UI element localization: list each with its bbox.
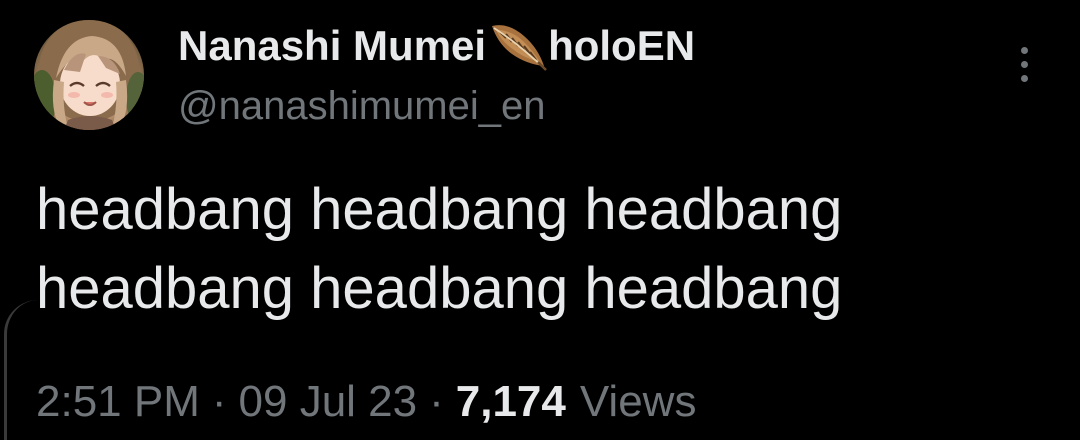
author-handle[interactable]: @nanashimumei_en bbox=[178, 84, 545, 129]
tweet-date[interactable]: 09 Jul 23 bbox=[239, 377, 418, 427]
tweet-container: Nanashi Mumei holoEN @nanashimumei_en he… bbox=[0, 0, 1080, 440]
author-name-row[interactable]: Nanashi Mumei holoEN bbox=[178, 20, 695, 72]
meta-separator: · bbox=[211, 377, 227, 426]
more-dot bbox=[1020, 46, 1028, 54]
more-options-icon[interactable] bbox=[1006, 38, 1042, 90]
views-count[interactable]: 7,174 bbox=[456, 377, 566, 427]
tweet-text-line: headbang headbang headbang bbox=[36, 177, 843, 242]
tweet-time[interactable]: 2:51 PM bbox=[36, 377, 200, 427]
views-label[interactable]: Views bbox=[580, 377, 697, 427]
tweet-meta: 2:51 PM · 09 Jul 23 · 7,174 Views bbox=[36, 372, 696, 432]
more-dot bbox=[1020, 74, 1028, 82]
avatar[interactable] bbox=[34, 20, 144, 130]
author-affiliation[interactable]: holoEN bbox=[548, 22, 695, 70]
feather-icon bbox=[486, 20, 548, 72]
avatar-image bbox=[34, 20, 144, 130]
more-dot bbox=[1020, 60, 1028, 68]
meta-separator: · bbox=[429, 377, 444, 426]
tweet-text: headbang headbang headbang headbang head… bbox=[36, 170, 1036, 328]
author-display-name[interactable]: Nanashi Mumei bbox=[178, 22, 486, 70]
tweet-text-line: headbang headbang headbang bbox=[36, 256, 843, 321]
